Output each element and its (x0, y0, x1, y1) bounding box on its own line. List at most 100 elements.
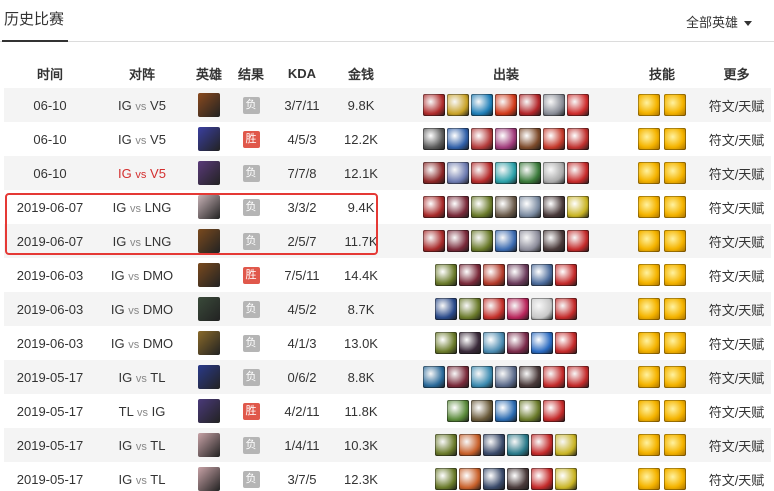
item-icon[interactable] (567, 196, 589, 218)
item-icon[interactable] (423, 230, 445, 252)
item-icon[interactable] (507, 298, 529, 320)
ignite-icon[interactable] (664, 94, 686, 116)
hero-filter-dropdown[interactable]: 全部英雄 (686, 12, 752, 31)
ignite-icon[interactable] (664, 196, 686, 218)
item-icon[interactable] (555, 298, 577, 320)
runes-talents-link[interactable]: 符文/天赋 (709, 167, 765, 182)
item-icon[interactable] (471, 366, 493, 388)
match-row[interactable]: 2019-05-17 IG vs TL 负 0/6/2 8.8K 符文/天赋 (4, 360, 771, 394)
item-icon[interactable] (543, 230, 565, 252)
runes-talents-link[interactable]: 符文/天赋 (709, 133, 765, 148)
item-icon[interactable] (471, 162, 493, 184)
hero-portrait[interactable] (198, 433, 220, 457)
item-icon[interactable] (531, 264, 553, 286)
flash-icon[interactable] (638, 298, 660, 320)
item-icon[interactable] (567, 94, 589, 116)
ignite-icon[interactable] (664, 366, 686, 388)
item-icon[interactable] (423, 162, 445, 184)
flash-icon[interactable] (638, 332, 660, 354)
ignite-icon[interactable] (664, 434, 686, 456)
item-icon[interactable] (483, 264, 505, 286)
item-icon[interactable] (567, 162, 589, 184)
flash-icon[interactable] (638, 468, 660, 490)
match-row[interactable]: 2019-05-17 IG vs TL 负 3/7/5 12.3K 符文/天赋 (4, 462, 771, 491)
match-row[interactable]: 06-10 IG vs V5 负 7/7/8 12.1K 符文/天赋 (4, 156, 771, 190)
item-icon[interactable] (555, 332, 577, 354)
item-icon[interactable] (435, 332, 457, 354)
item-icon[interactable] (507, 468, 529, 490)
item-icon[interactable] (471, 230, 493, 252)
match-row[interactable]: 06-10 IG vs V5 胜 4/5/3 12.2K 符文/天赋 (4, 122, 771, 156)
item-icon[interactable] (543, 196, 565, 218)
hero-portrait[interactable] (198, 93, 220, 117)
runes-talents-link[interactable]: 符文/天赋 (709, 371, 765, 386)
item-icon[interactable] (471, 94, 493, 116)
match-row[interactable]: 2019-05-17 IG vs TL 负 1/4/11 10.3K 符文/天赋 (4, 428, 771, 462)
item-icon[interactable] (531, 332, 553, 354)
item-icon[interactable] (519, 128, 541, 150)
item-icon[interactable] (495, 230, 517, 252)
hero-portrait[interactable] (198, 399, 220, 423)
item-icon[interactable] (447, 128, 469, 150)
item-icon[interactable] (519, 94, 541, 116)
flash-icon[interactable] (638, 128, 660, 150)
match-row[interactable]: 2019-06-03 IG vs DMO 负 4/1/3 13.0K 符文/天赋 (4, 326, 771, 360)
hero-portrait[interactable] (198, 331, 220, 355)
item-icon[interactable] (543, 400, 565, 422)
runes-talents-link[interactable]: 符文/天赋 (709, 99, 765, 114)
match-row[interactable]: 2019-06-03 IG vs DMO 胜 7/5/11 14.4K 符文/天赋 (4, 258, 771, 292)
item-icon[interactable] (471, 128, 493, 150)
item-icon[interactable] (459, 298, 481, 320)
item-icon[interactable] (507, 264, 529, 286)
item-icon[interactable] (447, 366, 469, 388)
ignite-icon[interactable] (664, 162, 686, 184)
ignite-icon[interactable] (664, 298, 686, 320)
hero-portrait[interactable] (198, 467, 220, 491)
item-icon[interactable] (495, 400, 517, 422)
flash-icon[interactable] (638, 162, 660, 184)
item-icon[interactable] (435, 264, 457, 286)
ignite-icon[interactable] (664, 264, 686, 286)
runes-talents-link[interactable]: 符文/天赋 (709, 337, 765, 352)
hero-portrait[interactable] (198, 365, 220, 389)
tab-history-matches[interactable]: 历史比赛 (2, 0, 68, 42)
flash-icon[interactable] (638, 400, 660, 422)
item-icon[interactable] (555, 434, 577, 456)
item-icon[interactable] (459, 468, 481, 490)
item-icon[interactable] (531, 468, 553, 490)
hero-portrait[interactable] (198, 229, 220, 253)
item-icon[interactable] (423, 94, 445, 116)
item-icon[interactable] (519, 230, 541, 252)
item-icon[interactable] (435, 468, 457, 490)
runes-talents-link[interactable]: 符文/天赋 (709, 473, 765, 488)
hero-portrait[interactable] (198, 263, 220, 287)
match-row[interactable]: 2019-05-17 TL vs IG 胜 4/2/11 11.8K 符文/天赋 (4, 394, 771, 428)
runes-talents-link[interactable]: 符文/天赋 (709, 201, 765, 216)
item-icon[interactable] (507, 434, 529, 456)
runes-talents-link[interactable]: 符文/天赋 (709, 405, 765, 420)
item-icon[interactable] (447, 400, 469, 422)
flash-icon[interactable] (638, 264, 660, 286)
item-icon[interactable] (483, 332, 505, 354)
match-row[interactable]: 2019-06-03 IG vs DMO 负 4/5/2 8.7K 符文/天赋 (4, 292, 771, 326)
runes-talents-link[interactable]: 符文/天赋 (709, 303, 765, 318)
item-icon[interactable] (531, 298, 553, 320)
item-icon[interactable] (531, 434, 553, 456)
ignite-icon[interactable] (664, 468, 686, 490)
item-icon[interactable] (471, 196, 493, 218)
flash-icon[interactable] (638, 196, 660, 218)
item-icon[interactable] (483, 434, 505, 456)
item-icon[interactable] (567, 230, 589, 252)
item-icon[interactable] (519, 400, 541, 422)
match-row[interactable]: 06-10 IG vs V5 负 3/7/11 9.8K 符文/天赋 (4, 88, 771, 122)
ignite-icon[interactable] (664, 332, 686, 354)
flash-icon[interactable] (638, 366, 660, 388)
match-row[interactable]: 2019-06-07 IG vs LNG 负 2/5/7 11.7K 符文/天赋 (4, 224, 771, 258)
item-icon[interactable] (519, 366, 541, 388)
item-icon[interactable] (459, 264, 481, 286)
item-icon[interactable] (543, 366, 565, 388)
flash-icon[interactable] (638, 230, 660, 252)
item-icon[interactable] (495, 196, 517, 218)
item-icon[interactable] (423, 128, 445, 150)
item-icon[interactable] (555, 264, 577, 286)
